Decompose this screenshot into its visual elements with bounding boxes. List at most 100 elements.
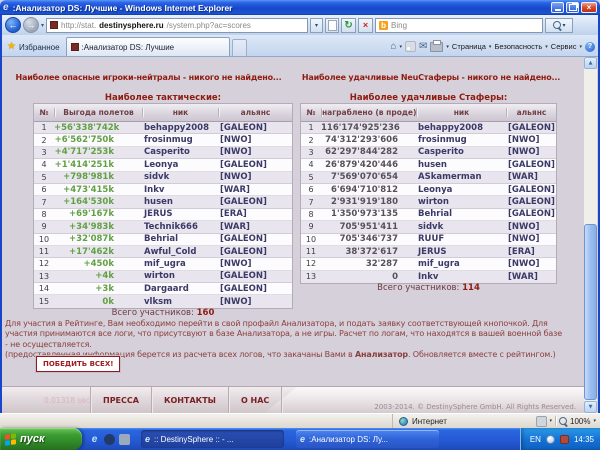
- row-nick: Inkv: [142, 185, 218, 195]
- print-icon[interactable]: [430, 42, 443, 52]
- search-button[interactable]: ▾: [545, 18, 573, 33]
- forward-button[interactable]: →: [23, 17, 39, 33]
- app-quicklaunch-icon[interactable]: [104, 434, 115, 445]
- compatibility-view-button[interactable]: [325, 18, 339, 33]
- page-menu[interactable]: Страница: [452, 42, 486, 51]
- table-row: 10+32'087kBehrial[GALEON]: [34, 234, 292, 246]
- rss-icon[interactable]: [405, 41, 416, 52]
- tools-menu[interactable]: Сервис: [551, 42, 577, 51]
- row-rank: 12: [34, 259, 54, 268]
- footer-link[interactable]: О НАС: [229, 396, 281, 405]
- row-rank: 8: [34, 210, 54, 219]
- taskbar-buttons: e:: DestinySphere :: - ... e:Анализатор D…: [141, 430, 439, 448]
- chevron-down-icon[interactable]: ▾: [593, 418, 596, 424]
- row-value: +4k: [54, 271, 142, 281]
- search-input[interactable]: b Bing: [375, 18, 543, 33]
- row-alliance: [GALEON]: [218, 160, 292, 170]
- row-value: +6'562'750k: [54, 135, 142, 145]
- table-row: 81'350'973'135Behrial[GALEON]: [301, 209, 556, 221]
- chevron-down-icon[interactable]: ▾: [400, 44, 403, 50]
- row-alliance: [GALEON]: [506, 197, 556, 207]
- row-alliance: [NWO]: [506, 259, 556, 269]
- scroll-down-button[interactable]: ▼: [584, 401, 597, 413]
- ie-icon: e: [300, 435, 305, 444]
- copyright: 2003-2014. © DestinySphere GmbH. All Rig…: [374, 403, 576, 411]
- back-button[interactable]: ←: [5, 17, 21, 33]
- column-header: Выгода полетов: [54, 108, 142, 117]
- row-rank: 3: [34, 148, 54, 157]
- footer-link[interactable]: КОНТАКТЫ: [152, 396, 228, 405]
- help-icon[interactable]: ?: [585, 42, 595, 52]
- close-button[interactable]: ×: [581, 2, 597, 13]
- row-rank: 4: [301, 160, 321, 169]
- row-alliance: [NWO]: [218, 172, 292, 182]
- mail-icon[interactable]: ✉: [419, 42, 427, 52]
- new-tab-stub[interactable]: [232, 39, 247, 56]
- start-label: пуск: [20, 433, 45, 445]
- scroll-thumb[interactable]: [584, 224, 597, 400]
- refresh-button[interactable]: ↻: [341, 18, 356, 33]
- row-value: 74'312'293'606: [321, 135, 416, 145]
- win-all-button[interactable]: ПОБЕДИТЬ ВСЕХ!: [36, 356, 120, 372]
- history-dropdown[interactable]: ▾: [41, 22, 44, 29]
- start-button[interactable]: пуск: [0, 428, 82, 450]
- window-title: :Анализатор DS: Лучшие - Windows Interne…: [13, 3, 549, 13]
- row-alliance: [GALEON]: [506, 185, 556, 195]
- language-indicator[interactable]: EN: [530, 435, 541, 444]
- table-row: 426'879'420'446husen[GALEON]: [301, 159, 556, 171]
- row-alliance: [NWO]: [218, 259, 292, 269]
- taskbar-window-button[interactable]: e:: DestinySphere :: - ...: [141, 430, 284, 448]
- table-row: 1+56'338'742kbehappy2008[GALEON]: [34, 122, 292, 134]
- quick-launch: e: [82, 434, 137, 445]
- row-alliance: [NWO]: [506, 147, 556, 157]
- zoom-level[interactable]: 100%: [570, 417, 590, 426]
- ie-quicklaunch-icon[interactable]: e: [89, 434, 100, 445]
- row-nick: frosinmug: [142, 135, 218, 145]
- gear-icon[interactable]: [536, 416, 547, 427]
- row-rank: 9: [34, 222, 54, 231]
- security-menu[interactable]: Безопасность: [494, 42, 542, 51]
- stop-icon: ×: [363, 20, 368, 30]
- chevron-down-icon[interactable]: ▾: [446, 44, 449, 50]
- chevron-down-icon[interactable]: ▾: [550, 418, 553, 424]
- address-input[interactable]: http://stat.destinysphere.ru/system.php?…: [46, 18, 308, 33]
- row-value: 116'174'925'236: [321, 123, 416, 133]
- chevron-down-icon: ▾: [563, 22, 566, 29]
- row-rank: 5: [34, 173, 54, 182]
- stop-button[interactable]: ×: [358, 18, 373, 33]
- scrollbar[interactable]: ▲ ▼: [584, 57, 597, 413]
- row-value: 1'350'973'135: [321, 209, 416, 219]
- row-rank: 8: [301, 210, 321, 219]
- title-bar: e :Анализатор DS: Лучшие - Windows Inter…: [0, 0, 600, 15]
- table-row: 130Inkv[WAR]: [301, 271, 556, 283]
- system-tray: EN 14:35: [520, 428, 600, 450]
- row-value: +1'414'251k: [54, 160, 142, 170]
- row-rank: 6: [301, 185, 321, 194]
- scroll-up-button[interactable]: ▲: [584, 57, 597, 69]
- table-row: 2+6'562'750kfrosinmug[NWO]: [34, 134, 292, 146]
- minimize-button[interactable]: [551, 2, 564, 13]
- tab-active[interactable]: :Анализатор DS: Лучшие: [66, 37, 230, 56]
- row-nick: vlksm: [142, 297, 218, 307]
- bing-icon: b: [379, 21, 388, 30]
- home-icon[interactable]: ⌂: [390, 42, 396, 52]
- column-header: №: [34, 108, 54, 117]
- status-right: ▾ 100% ▾: [536, 414, 597, 428]
- footer-link[interactable]: ПРЕССА: [91, 396, 151, 405]
- tray-icon[interactable]: [546, 435, 555, 444]
- row-rank: 13: [301, 272, 321, 281]
- row-alliance: [ERA]: [506, 247, 556, 257]
- restore-button[interactable]: [566, 2, 579, 13]
- address-dropdown-button[interactable]: ▾: [310, 18, 323, 33]
- render-time: 0.01318 sec: [44, 396, 90, 405]
- favorites-button[interactable]: ★ Избранное: [5, 42, 66, 56]
- row-rank: 11: [34, 247, 54, 256]
- row-alliance: [WAR]: [218, 222, 292, 232]
- taskbar-window-button[interactable]: e:Анализатор DS: Лу...: [296, 430, 439, 448]
- tray-icon[interactable]: [560, 435, 569, 444]
- left-table-title: Наиболее тактические:: [33, 93, 293, 103]
- row-alliance: [GALEON]: [506, 123, 556, 133]
- desktop-quicklaunch-icon[interactable]: [119, 434, 130, 445]
- table-body: 1+56'338'742kbehappy2008[GALEON]2+6'562'…: [34, 122, 292, 308]
- row-alliance: [WAR]: [506, 272, 556, 282]
